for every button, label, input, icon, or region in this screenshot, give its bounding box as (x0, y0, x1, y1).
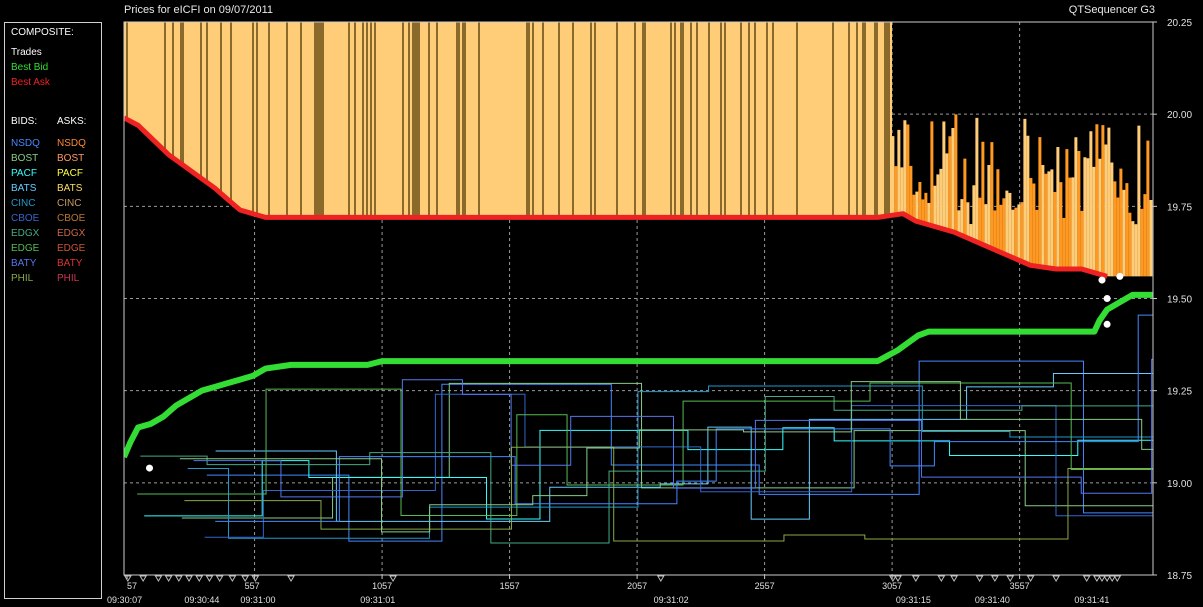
trade-event-marker (185, 575, 193, 582)
trade-event-marker (228, 575, 237, 582)
y-tick-label: 18.75 (1167, 571, 1192, 582)
trade-event-marker (215, 575, 224, 582)
trade-point (1103, 320, 1111, 328)
trade-event-marker (1113, 575, 1122, 582)
trade-event-marker (154, 575, 163, 582)
trade-point (1103, 295, 1111, 302)
bid-quote-line (215, 364, 1153, 522)
bid-quote-line (204, 393, 1153, 538)
trade-event-marker (287, 575, 295, 582)
x-tick-label: 3057 (882, 581, 902, 591)
trade-event-marker (174, 575, 183, 582)
y-tick-label: 20.00 (1167, 110, 1192, 121)
x-tick-label: 2057 (627, 581, 647, 591)
trade-event-marker (991, 575, 999, 582)
trade-event-marker (937, 575, 946, 582)
x-tick-label: 3557 (1010, 581, 1030, 591)
trade-event-marker (911, 575, 920, 582)
bid-quote-line (206, 360, 1153, 542)
trade-point (1116, 272, 1124, 280)
trade-event-marker (205, 575, 214, 582)
trade-event-marker (164, 575, 173, 582)
trade-event-marker (139, 575, 148, 582)
y-tick-label: 19.75 (1167, 202, 1192, 213)
time-label: 09:30:07 (107, 595, 142, 605)
market-quotes-layer (124, 22, 1153, 544)
bid-quote-line (193, 358, 1153, 498)
y-tick-label: 19.25 (1167, 387, 1192, 398)
time-label: 09:31:01 (360, 595, 395, 605)
x-tick-label: 2557 (755, 581, 775, 591)
trade-point (146, 464, 154, 472)
y-tick-label: 20.25 (1167, 18, 1192, 29)
x-tick-label: 1557 (500, 581, 520, 591)
y-tick-label: 19.50 (1167, 295, 1192, 306)
x-tick-label: 1057 (372, 581, 392, 591)
trade-event-marker (1082, 575, 1091, 582)
y-tick-label: 19.00 (1167, 479, 1192, 490)
trade-event-marker (1052, 575, 1060, 582)
trade-event-marker (950, 575, 958, 582)
time-label: 09:31:40 (975, 595, 1010, 605)
time-label: 09:31:41 (1074, 595, 1109, 605)
time-label: 09:31:15 (896, 595, 931, 605)
time-label: 09:31:02 (654, 595, 689, 605)
bid-quote-line (179, 381, 1153, 533)
x-tick-label: 57 (127, 581, 137, 591)
trade-event-marker (656, 575, 665, 582)
time-label: 09:30:44 (184, 595, 219, 605)
time-label: 09:31:00 (240, 595, 275, 605)
trade-event-marker (195, 575, 204, 582)
best-bid-line (124, 291, 1153, 459)
trade-event-marker (975, 575, 984, 582)
bid-quote-line (184, 420, 1153, 542)
trade-point (1098, 276, 1106, 284)
bid-quote-line (137, 382, 1153, 516)
x-tick-label: 557 (245, 581, 260, 591)
price-chart: 18.75 19.00 19.25 19.50 19.75 20.00 20.25 57 557… (107, 18, 1192, 605)
